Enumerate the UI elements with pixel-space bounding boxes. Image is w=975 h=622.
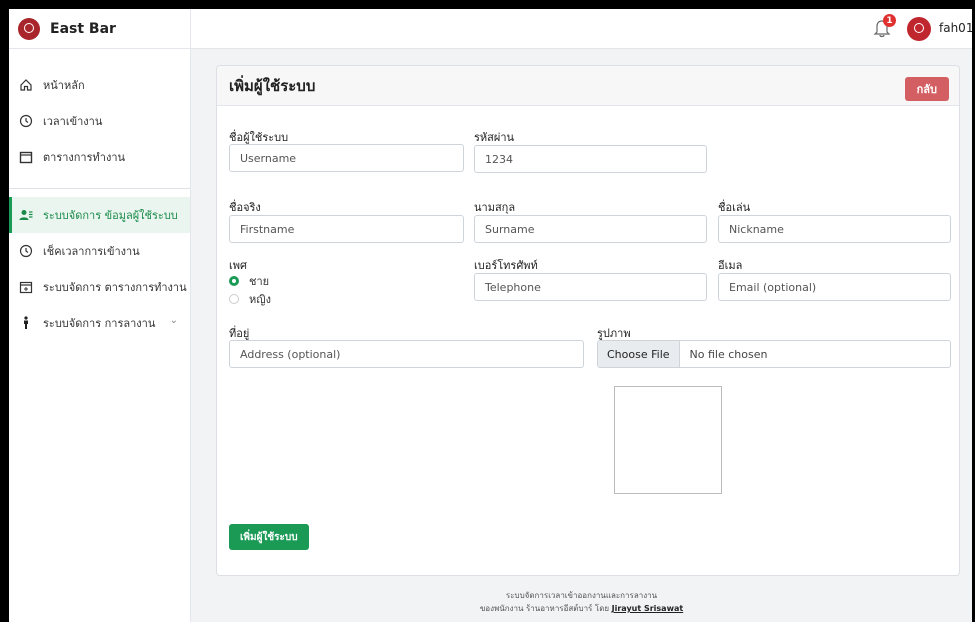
calendar-plus-icon — [19, 280, 33, 294]
sidebar-item-schedule[interactable]: ตารางการทำงาน — [9, 139, 190, 175]
add-user-submit-button[interactable]: เพิ่มผู้ใช้ระบบ — [229, 524, 309, 550]
clock-icon — [19, 114, 33, 128]
gender-option-male[interactable]: ชาย — [229, 272, 269, 290]
sidebar-item-label: ระบบจัดการ การลางาน — [43, 317, 156, 330]
users-icon — [19, 208, 33, 222]
logo-icon — [18, 17, 40, 40]
sidebar-item-leave-management[interactable]: ระบบจัดการ การลางาน ⌄ — [9, 305, 190, 341]
address-input[interactable]: Address (optional) — [229, 340, 584, 368]
app-window: East Bar หน้าหลัก เวลาเข้างาน ตารางการทำ… — [9, 9, 972, 622]
notification-badge: 1 — [883, 14, 896, 27]
sidebar-item-user-management[interactable]: ระบบจัดการ ข้อมูลผู้ใช้ระบบ — [9, 197, 190, 233]
choose-file-button[interactable]: Choose File — [598, 341, 680, 367]
brand[interactable]: East Bar — [9, 9, 190, 49]
file-status: No file chosen — [689, 347, 768, 361]
firstname-input[interactable]: Firstname — [229, 215, 464, 243]
brand-name: East Bar — [50, 20, 116, 37]
surname-input[interactable]: Surname — [474, 215, 707, 243]
telephone-label: เบอร์โทรศัพท์ — [474, 259, 538, 272]
sidebar-item-label: เช็คเวลาการเข้างาน — [43, 245, 140, 258]
sidebar-item-checkin[interactable]: เวลาเข้างาน — [9, 103, 190, 139]
email-input[interactable]: Email (optional) — [718, 273, 951, 301]
username-label[interactable]: fah01 — [939, 21, 972, 35]
calendar-icon — [19, 150, 33, 164]
sidebar-item-label: ระบบจัดการ ตารางการทำงาน — [43, 281, 187, 294]
footer-line-1: ระบบจัดการเวลาเข้าออกงานและการลางาน — [505, 591, 658, 600]
sidebar-item-home[interactable]: หน้าหลัก — [9, 67, 190, 103]
gender-option-label: หญิง — [249, 293, 271, 306]
footer-prefix: ของพนักงาน ร้านอาหารอีสต์บาร์ โดย — [479, 604, 610, 613]
gender-option-female[interactable]: หญิง — [229, 290, 271, 308]
card-header: เพิ่มผู้ใช้ระบบ กลับ — [217, 66, 959, 106]
firstname-label: ชื่อจริง — [229, 201, 261, 214]
username-input[interactable]: Username — [229, 144, 464, 172]
gender-option-label: ชาย — [249, 275, 270, 288]
page-title: เพิ่มผู้ใช้ระบบ — [229, 76, 316, 95]
author-link[interactable]: Jirayut Srisawat — [612, 604, 684, 613]
avatar[interactable] — [907, 17, 931, 41]
sidebar-item-label: เวลาเข้างาน — [43, 115, 103, 128]
home-icon — [19, 78, 33, 92]
surname-label: นามสกุล — [474, 201, 516, 214]
password-input[interactable]: 1234 — [474, 145, 707, 173]
person-walking-icon — [19, 316, 33, 330]
telephone-input[interactable]: Telephone — [474, 273, 707, 301]
nickname-label: ชื่อเล่น — [718, 201, 751, 214]
email-label: อีเมล — [718, 259, 743, 272]
sidebar-item-attendance-check[interactable]: เช็คเวลาการเข้างาน — [9, 233, 190, 269]
top-bar: 1 fah01 — [191, 9, 972, 49]
nickname-input[interactable]: Nickname — [718, 215, 951, 243]
add-user-card: เพิ่มผู้ใช้ระบบ กลับ ชื่อผู้ใช้ระบบ User… — [216, 65, 960, 576]
chevron-down-icon[interactable]: ⌄ — [170, 315, 178, 326]
sidebar-item-label: หน้าหลัก — [43, 79, 85, 92]
radio-checked-icon[interactable] — [229, 276, 239, 286]
sidebar-item-schedule-management[interactable]: ระบบจัดการ ตารางการทำงาน — [9, 269, 190, 305]
password-label: รหัสผ่าน — [474, 131, 515, 144]
image-preview — [614, 386, 722, 494]
footer-line-2: ของพนักงาน ร้านอาหารอีสต์บาร์ โดย Jirayu… — [191, 602, 972, 615]
back-button[interactable]: กลับ — [904, 77, 949, 101]
image-file-input[interactable]: Choose File No file chosen — [597, 340, 951, 368]
sidebar-item-label: ระบบจัดการ ข้อมูลผู้ใช้ระบบ — [43, 209, 178, 222]
radio-unchecked-icon[interactable] — [229, 294, 239, 304]
clock-icon — [19, 244, 33, 258]
sidebar: East Bar หน้าหลัก เวลาเข้างาน ตารางการทำ… — [9, 9, 191, 622]
sidebar-divider — [9, 188, 190, 189]
footer: ระบบจัดการเวลาเข้าออกงานและการลางาน ของพ… — [191, 589, 972, 615]
sidebar-item-label: ตารางการทำงาน — [43, 151, 126, 164]
